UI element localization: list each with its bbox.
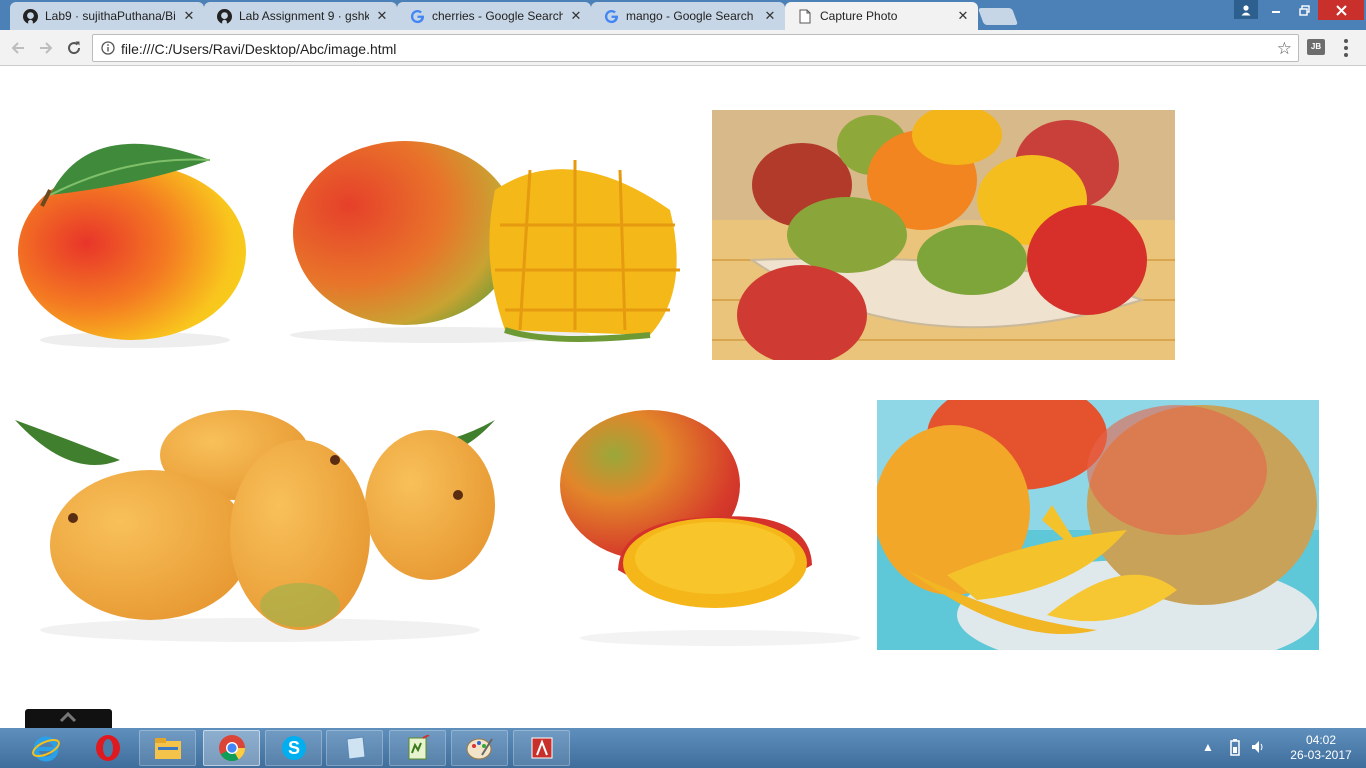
paint-icon[interactable] — [451, 730, 508, 766]
internet-explorer-icon[interactable] — [17, 730, 74, 766]
tab-lab9[interactable]: Lab9 · sujithaPuthana/Big ✕ — [10, 2, 204, 30]
jb-extension-icon[interactable]: JB — [1307, 39, 1325, 55]
bookmark-star-icon[interactable]: ☆ — [1277, 39, 1292, 59]
skype-icon[interactable]: S — [265, 730, 322, 766]
show-hidden-icons[interactable]: ▲ — [1202, 740, 1214, 754]
google-icon — [603, 8, 619, 24]
reload-button[interactable] — [64, 38, 84, 58]
volume-icon[interactable] — [1250, 739, 1266, 758]
page-icon — [797, 8, 813, 24]
google-icon — [409, 8, 425, 24]
close-icon[interactable]: ✕ — [182, 9, 196, 23]
yellow-mangoes-leaves-image — [10, 400, 505, 650]
close-icon[interactable]: ✕ — [569, 9, 583, 23]
taskbar: S ▲ 04:02 26-03-2017 — [0, 728, 1366, 768]
mangoes-in-bowl-image — [712, 110, 1175, 360]
file-explorer-icon[interactable] — [139, 730, 196, 766]
new-tab-button[interactable] — [977, 8, 1019, 25]
opera-icon[interactable] — [79, 730, 136, 766]
access-icon[interactable] — [513, 730, 570, 766]
close-icon[interactable]: ✕ — [375, 9, 389, 23]
tab-title: Lab Assignment 9 · gshk — [239, 9, 369, 23]
close-icon[interactable]: ✕ — [763, 9, 777, 23]
tab-title: cherries - Google Search — [432, 9, 563, 23]
address-url: file:///C:/Users/Ravi/Desktop/Abc/image.… — [121, 41, 397, 57]
tab-strip: Lab9 · sujithaPuthana/Big ✕ Lab Assignme… — [0, 0, 1366, 30]
address-bar[interactable]: file:///C:/Users/Ravi/Desktop/Abc/image.… — [92, 34, 1299, 62]
media-popup[interactable] — [25, 709, 112, 728]
clock-date: 26-03-2017 — [1290, 748, 1352, 762]
close-icon[interactable]: ✕ — [956, 9, 970, 23]
tab-cherries[interactable]: cherries - Google Search ✕ — [397, 2, 591, 30]
mango-with-leaf-image — [10, 110, 270, 360]
power-icon[interactable] — [1229, 738, 1241, 759]
clock-time: 04:02 — [1305, 733, 1337, 747]
notepad-icon[interactable] — [326, 730, 383, 766]
restore-button[interactable] — [1290, 0, 1318, 20]
tab-title: mango - Google Search — [626, 9, 754, 23]
back-button[interactable] — [8, 38, 28, 58]
svg-text:S: S — [287, 738, 299, 758]
tab-mango[interactable]: mango - Google Search ✕ — [591, 2, 785, 30]
tab-lab-assignment[interactable]: Lab Assignment 9 · gshk ✕ — [204, 2, 397, 30]
browser-menu-icon[interactable] — [1340, 38, 1352, 58]
info-icon[interactable] — [101, 41, 115, 55]
tab-title: Capture Photo — [820, 9, 898, 23]
mangoes-and-slices-plate-image — [877, 400, 1319, 650]
user-profile-icon[interactable] — [1234, 0, 1258, 19]
github-icon — [216, 8, 232, 24]
browser-toolbar: file:///C:/Users/Ravi/Desktop/Abc/image.… — [0, 30, 1366, 66]
tab-title: Lab9 · sujithaPuthana/Big — [45, 9, 176, 23]
chrome-icon[interactable] — [203, 730, 260, 766]
mango-and-cut-half-image — [510, 400, 875, 650]
forward-button[interactable] — [36, 38, 56, 58]
minimize-button[interactable] — [1262, 0, 1290, 20]
system-clock[interactable]: 04:02 26-03-2017 — [1288, 733, 1354, 763]
mango-and-cubed-half-image — [280, 130, 690, 350]
github-icon — [22, 8, 38, 24]
notepad-plus-icon[interactable] — [389, 730, 446, 766]
close-window-button[interactable] — [1318, 0, 1364, 20]
tab-capture-photo[interactable]: Capture Photo ✕ — [785, 2, 978, 30]
